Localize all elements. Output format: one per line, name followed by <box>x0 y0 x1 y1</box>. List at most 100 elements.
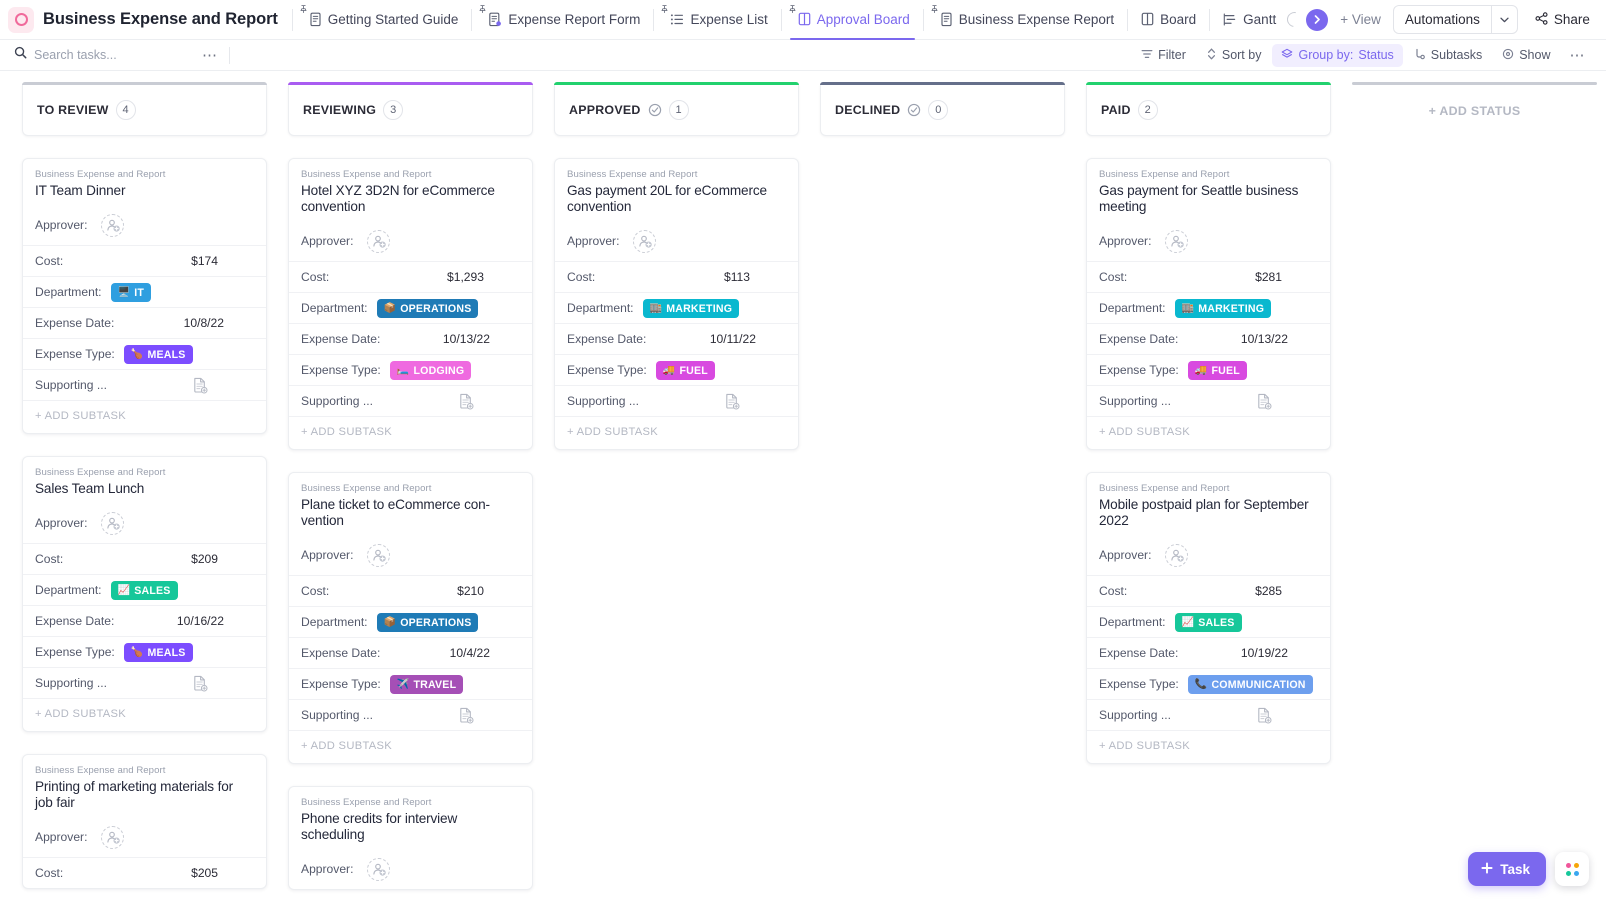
card-field-approver[interactable]: Approver: <box>1087 541 1330 575</box>
task-card[interactable]: Business Expense and ReportSales Team Lu… <box>22 456 267 732</box>
add-view-button[interactable]: + View <box>1330 6 1391 33</box>
department-tag[interactable]: 🖥️IT <box>111 283 151 302</box>
department-tag[interactable]: 🏬MARKETING <box>643 299 740 318</box>
card-field-approver[interactable]: Approver: <box>23 211 266 245</box>
filter-button[interactable]: Filter <box>1132 44 1195 67</box>
toolbar-overflow-ellipsis-icon[interactable]: ⋯ <box>1562 48 1595 63</box>
card-field-supporting[interactable]: Supporting ... <box>23 369 266 400</box>
card-field-cost[interactable]: Cost:$281 <box>1087 261 1330 292</box>
task-card[interactable]: Business Expense and ReportPhone credits… <box>288 786 533 890</box>
card-field-approver[interactable]: Approver: <box>289 227 532 261</box>
attachment-icon[interactable] <box>456 391 476 411</box>
card-field-department[interactable]: Department:📈SALES <box>1087 606 1330 637</box>
tab-approval-board[interactable]: Approval Board <box>784 0 921 40</box>
card-field-cost[interactable]: Cost:$1,293 <box>289 261 532 292</box>
add-approver-avatar-icon[interactable] <box>101 512 124 535</box>
card-field-department[interactable]: Department:📦OPERATIONS <box>289 292 532 323</box>
apps-grid-icon[interactable] <box>1555 852 1589 886</box>
card-field-supporting[interactable]: Supporting ... <box>289 385 532 416</box>
card-field-approver[interactable]: Approver: <box>1087 227 1330 261</box>
card-field-cost[interactable]: Cost:$113 <box>555 261 798 292</box>
attachment-icon[interactable] <box>190 673 210 693</box>
expense-type-tag[interactable]: 🚚FUEL <box>1188 361 1247 380</box>
task-card[interactable]: Business Expense and ReportGas payment f… <box>1086 158 1331 450</box>
card-field-department[interactable]: Department:📦OPERATIONS <box>289 606 532 637</box>
expense-type-tag[interactable]: 🍗MEALS <box>124 643 193 662</box>
card-field-expense-date[interactable]: Expense Date:10/11/22 <box>555 323 798 354</box>
tab-expense-report-form[interactable]: Expense Report Form <box>474 0 651 40</box>
attachment-icon[interactable] <box>722 391 742 411</box>
add-subtask-button[interactable]: + ADD SUBTASK <box>555 416 798 449</box>
attachment-icon[interactable] <box>1254 391 1274 411</box>
card-field-cost[interactable]: Cost:$285 <box>1087 575 1330 606</box>
add-subtask-button[interactable]: + ADD SUBTASK <box>289 416 532 449</box>
add-subtask-button[interactable]: + ADD SUBTASK <box>1087 730 1330 763</box>
card-field-expense-date[interactable]: Expense Date:10/4/22 <box>289 637 532 668</box>
column-header-paid[interactable]: PAID2 <box>1086 85 1331 136</box>
column-header-reviewing[interactable]: REVIEWING3 <box>288 85 533 136</box>
tab-board[interactable]: Board <box>1130 0 1207 40</box>
card-field-expense-type[interactable]: Expense Type:🚚FUEL <box>555 354 798 385</box>
card-field-cost[interactable]: Cost:$205 <box>23 857 266 888</box>
subtasks-button[interactable]: Subtasks <box>1405 44 1491 67</box>
card-field-approver[interactable]: Approver: <box>23 509 266 543</box>
card-field-approver[interactable]: Approver: <box>289 541 532 575</box>
automations-chevron-down-icon[interactable] <box>1491 6 1517 33</box>
task-card[interactable]: Business Expense and ReportHotel XYZ 3D2… <box>288 158 533 450</box>
attachment-icon[interactable] <box>1254 705 1274 725</box>
tab-expense-list[interactable]: Expense List <box>656 0 778 40</box>
tab-getting-started-guide[interactable]: Getting Started Guide <box>295 0 470 40</box>
card-field-expense-date[interactable]: Expense Date:10/16/22 <box>23 605 266 636</box>
add-approver-avatar-icon[interactable] <box>367 858 390 881</box>
new-task-button[interactable]: Task <box>1468 852 1546 886</box>
chevron-right-circle-icon[interactable] <box>1306 9 1328 31</box>
expense-type-tag[interactable]: 🛏️LODGING <box>390 361 472 380</box>
task-card[interactable]: Business Expense and ReportMobile postpa… <box>1086 472 1331 764</box>
department-tag[interactable]: 📦OPERATIONS <box>377 299 479 318</box>
expense-type-tag[interactable]: ✈️TRAVEL <box>390 675 463 694</box>
search-more-ellipsis-icon[interactable]: ⋯ <box>194 48 227 63</box>
department-tag[interactable]: 📦OPERATIONS <box>377 613 479 632</box>
add-approver-avatar-icon[interactable] <box>101 214 124 237</box>
add-approver-avatar-icon[interactable] <box>1165 230 1188 253</box>
column-header-to-review[interactable]: TO REVIEW4 <box>22 85 267 136</box>
task-card[interactable]: Business Expense and ReportGas payment 2… <box>554 158 799 450</box>
card-field-expense-type[interactable]: Expense Type:✈️TRAVEL <box>289 668 532 699</box>
search-box[interactable] <box>14 46 194 64</box>
card-field-department[interactable]: Department:🏬MARKETING <box>555 292 798 323</box>
attachment-icon[interactable] <box>190 375 210 395</box>
card-field-supporting[interactable]: Supporting ... <box>1087 699 1330 730</box>
card-field-approver[interactable]: Approver: <box>289 855 532 889</box>
automations-button[interactable]: Automations <box>1394 6 1491 33</box>
card-field-cost[interactable]: Cost:$209 <box>23 543 266 574</box>
task-card[interactable]: Business Expense and ReportIT Team Dinne… <box>22 158 267 434</box>
card-field-approver[interactable]: Approver: <box>555 227 798 261</box>
add-approver-avatar-icon[interactable] <box>1165 544 1188 567</box>
expense-type-tag[interactable]: 🍗MEALS <box>124 345 193 364</box>
card-field-department[interactable]: Department:📈SALES <box>23 574 266 605</box>
share-button[interactable]: Share <box>1526 6 1599 34</box>
card-field-department[interactable]: Department:🏬MARKETING <box>1087 292 1330 323</box>
card-field-expense-date[interactable]: Expense Date:10/13/22 <box>289 323 532 354</box>
card-field-expense-date[interactable]: Expense Date:10/13/22 <box>1087 323 1330 354</box>
task-card[interactable]: Business Expense and ReportPrinting of m… <box>22 754 267 889</box>
add-approver-avatar-icon[interactable] <box>367 230 390 253</box>
sort-button[interactable]: Sort by <box>1197 44 1271 67</box>
add-subtask-button[interactable]: + ADD SUBTASK <box>23 698 266 731</box>
clickup-circle-logo-icon[interactable] <box>8 7 34 33</box>
show-button[interactable]: Show <box>1493 44 1559 67</box>
expense-type-tag[interactable]: 📞COMMUNICATION <box>1188 675 1313 694</box>
card-field-supporting[interactable]: Supporting ... <box>23 667 266 698</box>
tab-business-expense-report[interactable]: Business Expense Report <box>926 0 1125 40</box>
card-field-approver[interactable]: Approver: <box>23 823 266 857</box>
add-approver-avatar-icon[interactable] <box>367 544 390 567</box>
attachment-icon[interactable] <box>456 705 476 725</box>
task-card[interactable]: Business Expense and ReportPlane ticket … <box>288 472 533 764</box>
department-tag[interactable]: 📈SALES <box>111 581 178 600</box>
add-subtask-button[interactable]: + ADD SUBTASK <box>289 730 532 763</box>
department-tag[interactable]: 📈SALES <box>1175 613 1242 632</box>
add-status-button[interactable]: + ADD STATUS <box>1352 85 1597 136</box>
card-field-department[interactable]: Department:🖥️IT <box>23 276 266 307</box>
card-field-expense-type[interactable]: Expense Type:🛏️LODGING <box>289 354 532 385</box>
card-field-expense-type[interactable]: Expense Type:🚚FUEL <box>1087 354 1330 385</box>
